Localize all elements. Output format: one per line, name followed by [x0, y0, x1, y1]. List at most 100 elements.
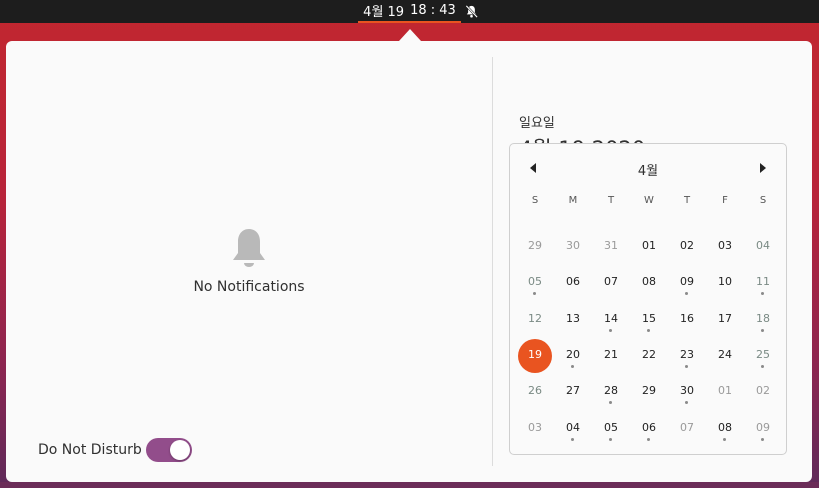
- clock-time: 18 : 43: [410, 3, 456, 18]
- calendar-day-label: 21: [604, 348, 618, 361]
- toggle-knob: [170, 440, 190, 460]
- calendar-day[interactable]: 30: [555, 230, 591, 264]
- event-dot: [761, 329, 764, 332]
- calendar-day[interactable]: 05: [517, 266, 553, 300]
- calendar-day[interactable]: 05: [593, 412, 629, 446]
- weekday-header: W: [644, 195, 654, 206]
- calendar-day[interactable]: 06: [631, 412, 667, 446]
- calendar-day[interactable]: 03: [517, 412, 553, 446]
- event-dot: [685, 292, 688, 295]
- calendar-day[interactable]: 14: [593, 303, 629, 337]
- event-dot: [609, 329, 612, 332]
- bell-icon: [233, 229, 265, 267]
- calendar-day[interactable]: 20: [555, 339, 591, 373]
- calendar-day[interactable]: 02: [745, 375, 781, 409]
- calendar-day-label: 16: [680, 312, 694, 325]
- calendar-day[interactable]: 03: [707, 230, 743, 264]
- calendar-day-label: 19: [528, 348, 542, 361]
- calendar-day[interactable]: 13: [555, 303, 591, 337]
- calendar-day-label: 31: [604, 239, 618, 252]
- calendar-day[interactable]: 27: [555, 375, 591, 409]
- calendar-day[interactable]: 01: [631, 230, 667, 264]
- triangle-right-icon[interactable]: [753, 158, 773, 178]
- calendar-day[interactable]: 07: [669, 412, 705, 446]
- calendar-day[interactable]: 11: [745, 266, 781, 300]
- calendar-day-label: 14: [604, 312, 618, 325]
- calendar-day-label: 06: [642, 421, 656, 434]
- calendar-day[interactable]: 21: [593, 339, 629, 373]
- do-not-disturb-row: Do Not Disturb: [38, 438, 192, 462]
- event-dot: [761, 292, 764, 295]
- calendar-day[interactable]: 24: [707, 339, 743, 373]
- calendar-day[interactable]: 16: [669, 303, 705, 337]
- calendar-day-label: 01: [718, 384, 732, 397]
- bell-off-icon: [465, 5, 478, 18]
- event-dot: [609, 401, 612, 404]
- calendar-day-label: 07: [604, 275, 618, 288]
- do-not-disturb-label: Do Not Disturb: [38, 442, 142, 458]
- calendar-day-label: 28: [604, 384, 618, 397]
- calendar-day[interactable]: 04: [745, 230, 781, 264]
- panel-divider: [492, 57, 493, 466]
- desktop-strip: [0, 482, 819, 488]
- calendar-day[interactable]: 25: [745, 339, 781, 373]
- calendar-day[interactable]: 23: [669, 339, 705, 373]
- event-dot: [571, 365, 574, 368]
- calendar-day[interactable]: 12: [517, 303, 553, 337]
- calendar-day-label: 23: [680, 348, 694, 361]
- calendar-day-label: 18: [756, 312, 770, 325]
- calendar-header: 4월: [510, 158, 786, 179]
- calendar-day[interactable]: 04: [555, 412, 591, 446]
- weekday-header: M: [568, 195, 578, 206]
- calendar-day-label: 08: [718, 421, 732, 434]
- calendar-day[interactable]: 22: [631, 339, 667, 373]
- no-notifications-label: No Notifications: [193, 279, 305, 295]
- calendar-day-label: 02: [680, 239, 694, 252]
- calendar-day[interactable]: 02: [669, 230, 705, 264]
- calendar-day-label: 30: [566, 239, 580, 252]
- month-label[interactable]: 4월: [510, 160, 786, 179]
- calendar-day-label: 27: [566, 384, 580, 397]
- do-not-disturb-toggle[interactable]: [146, 438, 192, 462]
- calendar-day[interactable]: 09: [669, 266, 705, 300]
- calendar-day[interactable]: 15: [631, 303, 667, 337]
- calendar-day-label: 30: [680, 384, 694, 397]
- event-dot: [723, 438, 726, 441]
- calendar-day[interactable]: 26: [517, 375, 553, 409]
- weekday-header: S: [759, 195, 767, 206]
- calendar-day[interactable]: 18: [745, 303, 781, 337]
- event-dot: [761, 365, 764, 368]
- calendar-day[interactable]: 01: [707, 375, 743, 409]
- calendar-day-label: 01: [642, 239, 656, 252]
- calendar-day[interactable]: 17: [707, 303, 743, 337]
- calendar-day[interactable]: 08: [631, 266, 667, 300]
- notifications-empty-state: No Notifications: [156, 227, 342, 295]
- calendar-day-label: 13: [566, 312, 580, 325]
- calendar-grid: 4월 S M T W T F S 29 30 31 01 02 03 04 05 06 07 08 09 10 11 1…: [509, 143, 787, 455]
- calendar-day-label: 03: [528, 421, 542, 434]
- calendar-day[interactable]: 30: [669, 375, 705, 409]
- calendar-day-today[interactable]: 19: [517, 339, 553, 373]
- calendar-day[interactable]: 06: [555, 266, 591, 300]
- calendar-day-label: 08: [642, 275, 656, 288]
- popover-arrow: [399, 29, 421, 41]
- calendar-day[interactable]: 31: [593, 230, 629, 264]
- calendar-day-label: 04: [756, 239, 770, 252]
- calendar-day[interactable]: 29: [517, 230, 553, 264]
- calendar-day[interactable]: 09: [745, 412, 781, 446]
- top-bar: 4월 19 18 : 43: [0, 0, 819, 23]
- calendar-day-label: 11: [756, 275, 770, 288]
- clock-date: 4월 19: [363, 5, 405, 20]
- calendar-day[interactable]: 29: [631, 375, 667, 409]
- clock-button[interactable]: 4월 19 18 : 43: [358, 0, 461, 23]
- event-dot: [647, 438, 650, 441]
- calendar-day[interactable]: 10: [707, 266, 743, 300]
- weekday-header: T: [607, 195, 615, 206]
- calendar-day-label: 15: [642, 312, 656, 325]
- calendar-day[interactable]: 28: [593, 375, 629, 409]
- calendar-day[interactable]: 07: [593, 266, 629, 300]
- calendar-day[interactable]: 08: [707, 412, 743, 446]
- calendar-day-label: 07: [680, 421, 694, 434]
- weekday-header: T: [683, 195, 691, 206]
- calendar-day-label: 02: [756, 384, 770, 397]
